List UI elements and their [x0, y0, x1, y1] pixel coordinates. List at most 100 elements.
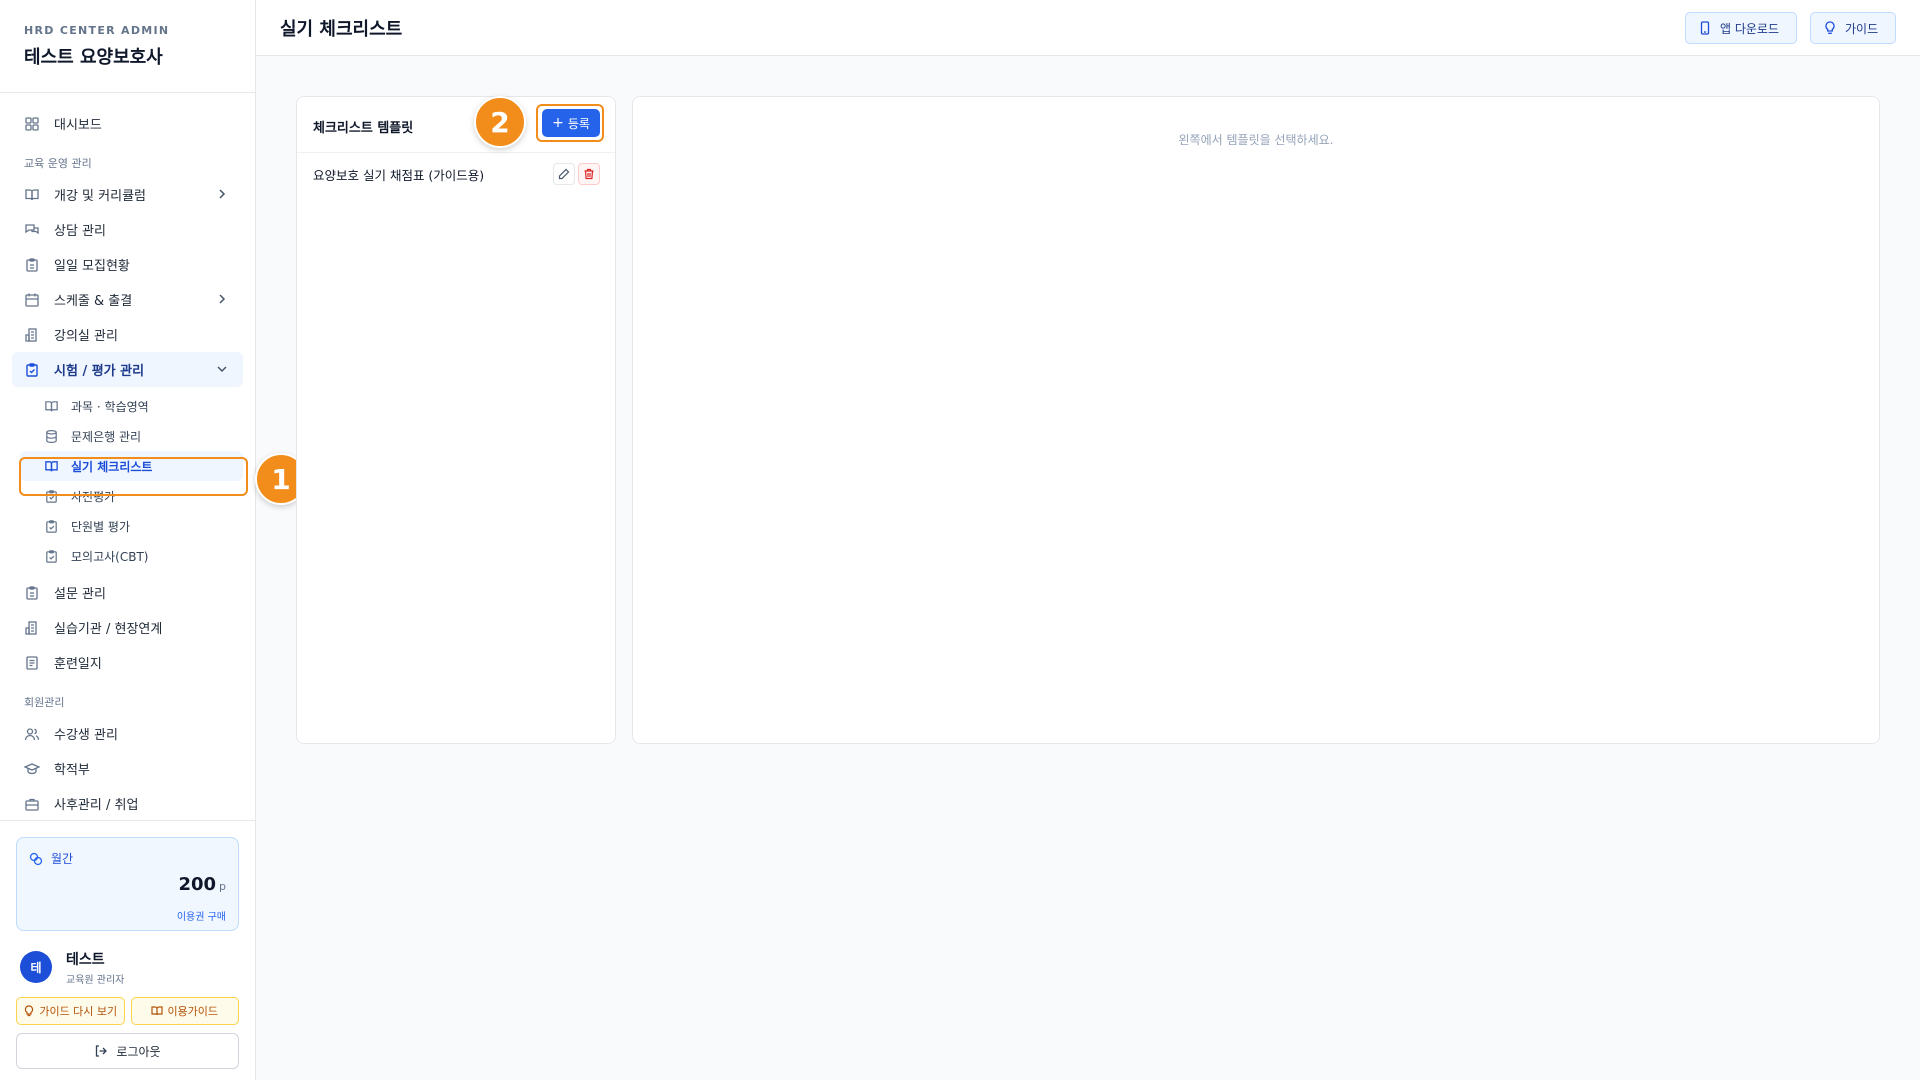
clipboard-check-icon — [24, 362, 40, 378]
calendar-icon — [24, 292, 40, 308]
sidebar-footer: 월간 200 p 이용권 구매 테 테스트 교육원 관리자 가이드 다시 보기 이… — [0, 820, 255, 1080]
briefcase-icon — [24, 796, 40, 812]
template-list-panel: 체크리스트 템플릿 + 등록 요양보호 실기 채점표 (가이드용) — [296, 96, 616, 744]
sidebar-item-label: 강의실 관리 — [54, 329, 118, 344]
list-item[interactable]: 요양보호 실기 채점표 (가이드용) — [297, 153, 615, 193]
sidebar-subitem-mock[interactable]: 모의고사(CBT) — [20, 541, 243, 571]
clipboard-icon — [24, 585, 40, 601]
database-icon — [44, 429, 59, 444]
guide-buttons: 가이드 다시 보기 이용가이드 — [16, 997, 239, 1025]
avatar: 테 — [20, 951, 52, 983]
usage-guide-label: 이용가이드 — [167, 1005, 219, 1018]
sidebar-item-label: 실습기관 / 현장연계 — [54, 622, 163, 637]
points-number: 200 — [178, 874, 217, 895]
sidebar-item-classroom[interactable]: 강의실 관리 — [12, 317, 243, 352]
dashboard-icon — [24, 116, 40, 132]
empty-state-message: 왼쪽에서 템플릿을 선택하세요. — [1178, 133, 1334, 147]
sidebar-item-records[interactable]: 학적부 — [12, 751, 243, 786]
sidebar-item-recruit[interactable]: 일일 모집현황 — [12, 247, 243, 282]
logout-button[interactable]: 로그아웃 — [16, 1033, 239, 1069]
template-name: 요양보호 실기 채점표 (가이드용) — [313, 168, 485, 183]
sidebar-item-label: 학적부 — [54, 763, 90, 778]
points-card[interactable]: 월간 200 p 이용권 구매 — [16, 837, 239, 931]
trash-icon — [584, 168, 594, 180]
sidebar-item-label: 훈련일지 — [54, 657, 102, 672]
brand-title: 테스트 요양보호사 — [24, 47, 163, 68]
chevron-down-icon — [215, 362, 229, 376]
buy-pass-link[interactable]: 이용권 구매 — [177, 908, 226, 923]
section-label-member: 회원관리 — [24, 696, 65, 709]
lightbulb-icon — [23, 1005, 35, 1017]
chat-icon — [24, 222, 40, 238]
points-header: 월간 — [29, 850, 226, 867]
user-name: 테스트 — [66, 951, 105, 968]
chevron-right-icon — [215, 292, 229, 306]
user-role: 교육원 관리자 — [66, 974, 125, 986]
usage-guide-button[interactable]: 이용가이드 — [130, 997, 239, 1025]
plus-icon: + — [552, 115, 564, 131]
document-icon — [24, 655, 40, 671]
sidebar-item-label: 대시보드 — [54, 118, 102, 133]
sidebar-item-label: 스케줄 & 출결 — [54, 294, 133, 309]
users-icon — [24, 726, 40, 742]
app-download-label: 앱 다운로드 — [1720, 21, 1780, 36]
coins-icon — [29, 852, 43, 866]
sidebar-item-label: 일일 모집현황 — [54, 259, 130, 274]
pencil-icon — [558, 168, 570, 180]
sidebar-subitem-label: 단원별 평가 — [71, 519, 131, 534]
guide-replay-button[interactable]: 가이드 다시 보기 — [16, 997, 125, 1025]
clipboard-icon — [44, 549, 59, 564]
book-open-icon — [24, 187, 40, 203]
sidebar-subitem-label: 과목 · 학습영역 — [71, 399, 149, 414]
app-download-button[interactable]: 앱 다운로드 — [1685, 12, 1797, 44]
points-unit: p — [219, 880, 226, 893]
clipboard-icon — [24, 257, 40, 273]
guide-button[interactable]: 가이드 — [1810, 12, 1896, 44]
sidebar-subitem-unit[interactable]: 단원별 평가 — [20, 511, 243, 541]
sidebar-item-survey[interactable]: 설문 관리 — [12, 575, 243, 610]
sidebar-item-aftercare[interactable]: 사후관리 / 취업 — [12, 786, 243, 820]
lightbulb-icon — [1823, 21, 1837, 35]
sidebar-subitem-bank[interactable]: 문제은행 관리 — [20, 421, 243, 451]
sidebar-item-label: 상담 관리 — [54, 224, 106, 239]
sidebar-item-schedule[interactable]: 스케줄 & 출결 — [12, 282, 243, 317]
sidebar-item-exam[interactable]: 시험 / 평가 관리 — [12, 352, 243, 387]
sidebar-item-label: 설문 관리 — [54, 587, 106, 602]
add-template-button[interactable]: + 등록 — [542, 109, 600, 137]
sidebar-subitem-subject[interactable]: 과목 · 학습영역 — [20, 391, 243, 421]
guide-replay-label: 가이드 다시 보기 — [39, 1005, 118, 1018]
building-icon — [24, 620, 40, 636]
top-header: 실기 체크리스트 앱 다운로드 가이드 — [256, 0, 1920, 56]
page-title: 실기 체크리스트 — [280, 19, 403, 40]
sidebar-item-dashboard[interactable]: 대시보드 — [12, 106, 243, 141]
template-list-header: 체크리스트 템플릿 + 등록 — [297, 97, 615, 153]
user-profile: 테 테스트 교육원 관리자 — [16, 947, 239, 987]
sidebar-item-practice[interactable]: 실습기관 / 현장연계 — [12, 610, 243, 645]
logout-icon — [94, 1044, 108, 1058]
points-label: 월간 — [51, 852, 74, 866]
sidebar-item-students[interactable]: 수강생 관리 — [12, 716, 243, 751]
clipboard-icon — [44, 519, 59, 534]
brand-subtitle: HRD CENTER ADMIN — [24, 24, 170, 37]
chevron-right-icon — [215, 187, 229, 201]
sidebar-item-course[interactable]: 개강 및 커리큘럼 — [12, 177, 243, 212]
sidebar-item-label: 수강생 관리 — [54, 728, 118, 743]
delete-template-button[interactable] — [578, 163, 600, 185]
template-list-title: 체크리스트 템플릿 — [313, 121, 414, 136]
step2-badge: 2 — [474, 96, 526, 148]
sidebar-subitem-label: 모의고사(CBT) — [71, 549, 149, 564]
sidebar-item-consult[interactable]: 상담 관리 — [12, 212, 243, 247]
section-label-education: 교육 운영 관리 — [24, 157, 92, 170]
guide-label: 가이드 — [1845, 21, 1879, 36]
edit-template-button[interactable] — [553, 163, 575, 185]
sidebar-item-journal[interactable]: 훈련일지 — [12, 645, 243, 680]
smartphone-icon — [1698, 21, 1712, 35]
graduation-cap-icon — [24, 761, 40, 777]
book-open-icon — [44, 399, 59, 414]
step1-highlight-frame — [19, 457, 248, 496]
template-detail-panel: 왼쪽에서 템플릿을 선택하세요. — [632, 96, 1880, 744]
logout-label: 로그아웃 — [116, 1044, 161, 1059]
sidebar-item-label: 시험 / 평가 관리 — [54, 364, 145, 379]
sidebar-item-label: 개강 및 커리큘럼 — [54, 189, 146, 204]
sidebar: HRD CENTER ADMIN 테스트 요양보호사 대시보드 교육 운영 관리… — [0, 0, 256, 1080]
